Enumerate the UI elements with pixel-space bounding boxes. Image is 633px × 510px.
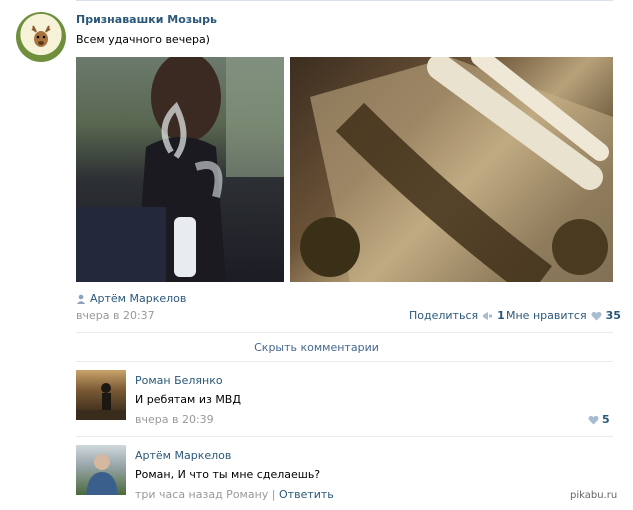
hide-comments-link[interactable]: Скрыть комментарии <box>0 341 633 354</box>
comment-text: Роман, И что ты мне сделаешь? <box>135 468 321 481</box>
deer-logo-icon <box>31 25 51 47</box>
post-author[interactable]: Артём Маркелов <box>76 292 186 305</box>
comment-text: И ребятам из МВД <box>135 393 241 406</box>
post-photo-1[interactable] <box>76 57 284 282</box>
comment-author-name[interactable]: Роман Белянко <box>135 374 223 387</box>
like-button[interactable]: Мне нравится 35 <box>506 309 621 322</box>
comment-like-count: 5 <box>602 413 610 426</box>
comment-like-button[interactable]: 5 <box>588 413 610 426</box>
share-button[interactable]: Поделиться 1 <box>409 309 505 322</box>
watermark: pikabu.ru <box>570 490 618 501</box>
divider <box>76 361 613 362</box>
like-label: Мне нравится <box>506 309 587 322</box>
group-avatar[interactable] <box>16 12 66 62</box>
avatar-photo <box>76 383 126 420</box>
heart-icon <box>591 311 602 320</box>
wall-post: Признавашки Мозырь Всем удачного вечера) <box>0 0 633 510</box>
reply-separator: | <box>271 488 276 501</box>
comment-avatar[interactable] <box>76 445 126 495</box>
comment-date[interactable]: три часа назад Роману <box>135 488 268 501</box>
person-icon <box>76 294 86 304</box>
divider <box>76 436 613 437</box>
photo-girl-smoke-image <box>76 57 284 282</box>
comment-date[interactable]: вчера в 20:39 <box>135 413 214 426</box>
comment-meta: три часа назад Роману | Ответить <box>135 488 334 501</box>
divider <box>76 0 613 1</box>
post-date[interactable]: вчера в 20:37 <box>76 309 155 322</box>
avatar-photo <box>86 454 118 495</box>
comment-author-name[interactable]: Артём Маркелов <box>135 449 231 462</box>
reply-link[interactable]: Ответить <box>279 488 334 501</box>
comment-avatar[interactable] <box>76 370 126 420</box>
post-author-name: Артём Маркелов <box>90 292 187 305</box>
like-count: 35 <box>605 309 621 322</box>
share-label: Поделиться <box>409 309 479 322</box>
post-text: Всем удачного вечера) <box>76 33 210 46</box>
share-count: 1 <box>497 309 505 322</box>
megaphone-icon <box>483 311 493 320</box>
divider <box>76 332 613 333</box>
post-photo-2[interactable] <box>290 57 613 282</box>
heart-icon <box>588 415 599 424</box>
photo-joints-image <box>300 57 613 282</box>
group-name-link[interactable]: Признавашки Мозырь <box>76 13 217 26</box>
